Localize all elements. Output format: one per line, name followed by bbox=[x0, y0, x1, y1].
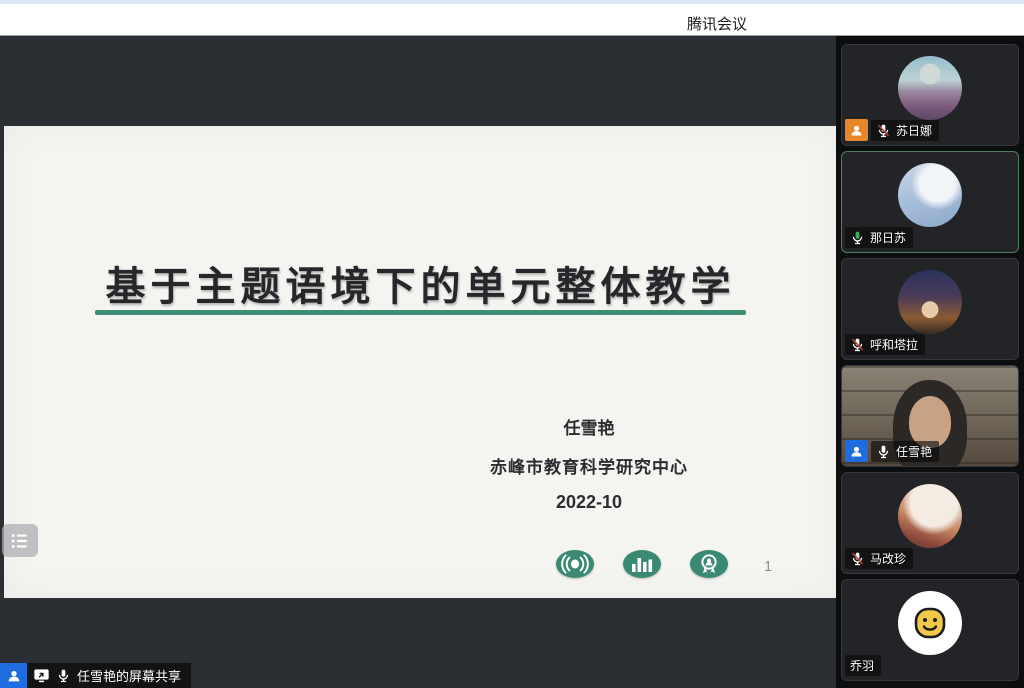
participant-name: 任雪艳 bbox=[896, 443, 932, 460]
avatar bbox=[898, 484, 962, 548]
annotation-list-button[interactable] bbox=[2, 524, 38, 557]
tencent-meeting-window: 腾讯会议 基于主题语境下的单元整体教学 任雪艳 赤峰市教育科学研究中心 2022… bbox=[0, 0, 1024, 688]
member-badge-icon bbox=[0, 663, 27, 688]
sharer-status-bar[interactable]: 任雪艳的屏幕共享 bbox=[0, 663, 191, 688]
screen-share-stage: 基于主题语境下的单元整体教学 任雪艳 赤峰市教育科学研究中心 2022-10 bbox=[0, 36, 836, 688]
slide-footer-icons bbox=[556, 550, 728, 578]
mic-active-icon bbox=[850, 230, 865, 245]
broadcast-icon bbox=[556, 550, 594, 578]
participant-tile-surina[interactable]: 苏日娜 bbox=[841, 44, 1019, 146]
participant-tile-renxueyan[interactable]: 任雪艳 bbox=[841, 365, 1019, 467]
avatar bbox=[898, 56, 962, 120]
bar-chart-icon bbox=[623, 550, 661, 578]
smiley-icon bbox=[913, 606, 947, 640]
window-titlebar: 腾讯会议 bbox=[0, 4, 1024, 36]
mic-muted-icon bbox=[850, 551, 865, 566]
name-chip: 那日苏 bbox=[845, 227, 913, 248]
name-chip: 马改珍 bbox=[845, 548, 913, 569]
participant-tile-magaizhen[interactable]: 马改珍 bbox=[841, 472, 1019, 574]
screen-share-icon bbox=[33, 668, 50, 683]
slide-info-block: 任雪艳 赤峰市教育科学研究中心 2022-10 bbox=[444, 414, 734, 513]
slide-author: 任雪艳 bbox=[444, 414, 734, 439]
avatar bbox=[898, 591, 962, 655]
mic-on-icon bbox=[876, 444, 891, 459]
avatar bbox=[898, 163, 962, 227]
share-label: 任雪艳的屏幕共享 bbox=[77, 666, 181, 685]
participant-name: 马改珍 bbox=[870, 550, 906, 567]
participant-name: 呼和塔拉 bbox=[870, 336, 918, 353]
avatar bbox=[898, 270, 962, 334]
participant-tile-huhetala[interactable]: 呼和塔拉 bbox=[841, 258, 1019, 360]
app-title: 腾讯会议 bbox=[687, 13, 747, 34]
member-badge-icon bbox=[845, 119, 868, 141]
mic-muted-icon bbox=[876, 123, 891, 138]
name-chip: 乔羽 bbox=[845, 655, 881, 676]
award-ribbon-icon bbox=[690, 550, 728, 578]
slide-title: 基于主题语境下的单元整体教学 bbox=[4, 254, 837, 312]
participant-tile-qiaoyu[interactable]: 乔羽 bbox=[841, 579, 1019, 681]
mic-muted-icon bbox=[850, 337, 865, 352]
slide-page-number: 1 bbox=[756, 558, 780, 575]
name-chip: 任雪艳 bbox=[871, 441, 939, 462]
name-chip: 呼和塔拉 bbox=[845, 334, 925, 355]
slide-date: 2022-10 bbox=[444, 492, 734, 513]
presentation-slide: 基于主题语境下的单元整体教学 任雪艳 赤峰市教育科学研究中心 2022-10 bbox=[4, 126, 837, 598]
share-label-chip: 任雪艳的屏幕共享 bbox=[27, 663, 191, 688]
annotation-list-icon bbox=[9, 531, 31, 551]
member-badge-icon bbox=[845, 440, 868, 462]
participant-name: 那日苏 bbox=[870, 229, 906, 246]
participant-tile-narisu[interactable]: 那日苏 bbox=[841, 151, 1019, 253]
slide-title-underline bbox=[95, 310, 746, 315]
participant-name: 乔羽 bbox=[850, 657, 874, 674]
slide-organization: 赤峰市教育科学研究中心 bbox=[444, 453, 734, 478]
participants-sidebar: 苏日娜 那日苏 bbox=[836, 36, 1024, 688]
name-chip: 苏日娜 bbox=[871, 120, 939, 141]
participant-name: 苏日娜 bbox=[896, 122, 932, 139]
mic-on-icon bbox=[56, 668, 71, 683]
